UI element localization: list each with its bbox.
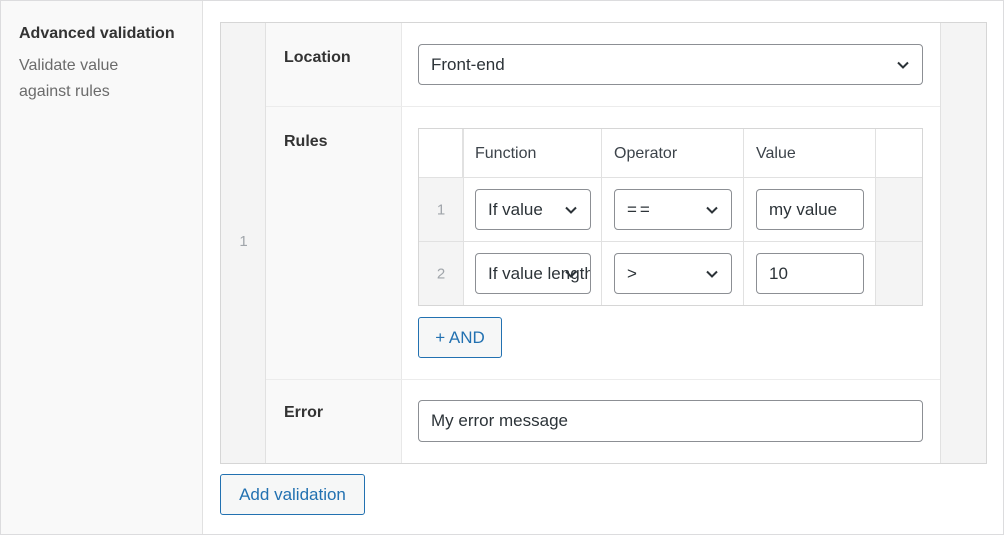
location-label-cell: Location — [266, 23, 402, 106]
rule-operator-select[interactable]: > — [614, 253, 732, 294]
error-message-text: My error message — [431, 411, 568, 430]
location-select[interactable]: Front-end — [418, 44, 923, 85]
error-message-input[interactable]: My error message — [418, 400, 923, 442]
chevron-down-icon — [565, 270, 577, 278]
repeater-row-number: 1 — [239, 233, 248, 250]
location-selected-value: Front-end — [431, 54, 505, 74]
rule-operator-value: > — [627, 263, 637, 283]
validation-repeater: 1 Location Front-end Rules Function Oper… — [220, 22, 987, 464]
chevron-down-icon — [897, 61, 909, 69]
rule-row-remove-area[interactable] — [876, 242, 922, 305]
add-validation-button[interactable]: Add validation — [220, 474, 365, 515]
row-divider — [419, 241, 922, 242]
rule-row-number: 1 — [436, 201, 446, 218]
location-label: Location — [284, 49, 351, 66]
column-header-function: Function — [475, 145, 537, 162]
rule-value-text: 10 — [769, 263, 788, 283]
chevron-down-icon — [706, 206, 718, 214]
rule-function-select[interactable]: If value — [475, 189, 591, 230]
rules-label: Rules — [284, 133, 328, 150]
rules-order-header — [419, 129, 463, 177]
rules-label-cell: Rules — [266, 107, 402, 379]
rule-row-handle[interactable]: 2 — [419, 242, 463, 305]
rule-value-input[interactable]: 10 — [756, 253, 864, 294]
repeater-row-remove-area[interactable] — [940, 23, 986, 463]
rule-operator-select[interactable]: == — [614, 189, 732, 230]
error-label-cell: Error — [266, 380, 402, 463]
field-title: Advanced validation — [19, 25, 175, 42]
column-divider — [743, 129, 744, 305]
rule-value-input[interactable]: my value — [756, 189, 864, 230]
column-header-operator: Operator — [614, 145, 678, 162]
chevron-down-icon — [565, 206, 577, 214]
rule-function-select[interactable]: If value length — [475, 253, 591, 294]
rule-row-remove-area[interactable] — [876, 178, 922, 241]
column-divider — [463, 129, 464, 305]
field-label-column: Advanced validation Validate value again… — [1, 1, 203, 534]
rule-row-number: 2 — [436, 265, 446, 282]
rules-table: Function Operator Value 1 If value == my… — [418, 128, 923, 306]
field-description: Validate value against rules — [19, 57, 119, 100]
rule-value-text: my value — [769, 199, 838, 219]
repeater-row-handle[interactable]: 1 — [221, 23, 266, 463]
rule-operator-value: == — [627, 199, 653, 219]
column-header-value: Value — [756, 145, 796, 162]
rule-function-value: If value — [488, 199, 543, 219]
field-container: Advanced validation Validate value again… — [0, 0, 1004, 535]
rule-row-handle[interactable]: 1 — [419, 178, 463, 241]
column-divider — [601, 129, 602, 305]
row-divider — [419, 177, 922, 178]
chevron-down-icon — [706, 270, 718, 278]
error-label: Error — [284, 404, 324, 421]
add-and-rule-button[interactable]: + AND — [418, 317, 502, 358]
